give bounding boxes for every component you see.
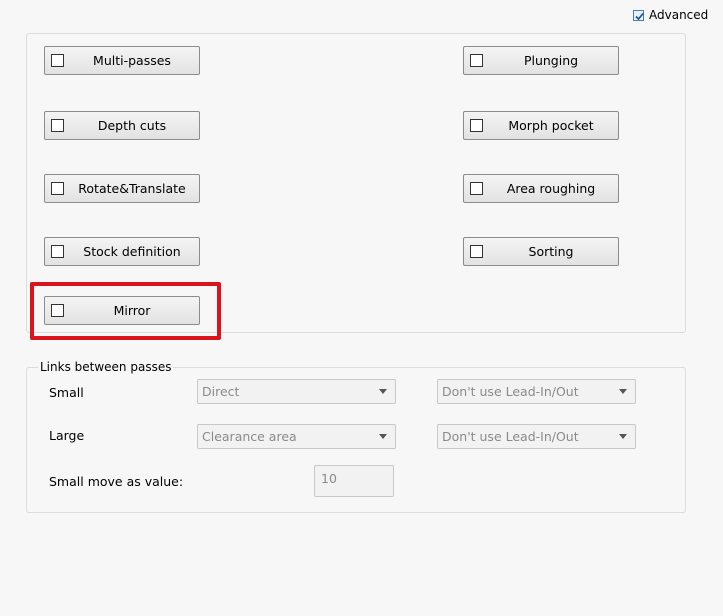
multi-passes-label: Multi-passes (93, 53, 171, 68)
checkbox-icon[interactable] (51, 54, 64, 67)
large-label: Large (49, 428, 85, 443)
checkbox-icon[interactable] (470, 245, 483, 258)
small-label: Small (49, 385, 84, 400)
sorting-button[interactable]: Sorting (463, 237, 619, 266)
small-move-value-label: Small move as value: (49, 474, 184, 489)
plunging-label: Plunging (523, 53, 579, 68)
chevron-down-icon (379, 434, 387, 439)
large-lead-dropdown[interactable]: Don't use Lead-In/Out (437, 424, 636, 449)
area-roughing-button[interactable]: Area roughing (463, 174, 619, 203)
small-lead-dropdown[interactable]: Don't use Lead-In/Out (437, 379, 636, 404)
morph-pocket-label: Morph pocket (508, 118, 594, 133)
small-lead-value: Don't use Lead-In/Out (442, 384, 579, 399)
area-roughing-label: Area roughing (506, 181, 596, 196)
sorting-label: Sorting (528, 244, 574, 259)
stock-definition-button[interactable]: Stock definition (44, 237, 200, 266)
checkbox-icon[interactable] (51, 304, 64, 317)
checkbox-icon[interactable] (470, 119, 483, 132)
advanced-label: Advanced (649, 8, 709, 22)
checkbox-icon[interactable] (51, 245, 64, 258)
plunging-button[interactable]: Plunging (463, 46, 619, 75)
chevron-down-icon (619, 434, 627, 439)
small-move-dropdown[interactable]: Direct (197, 379, 396, 404)
small-move-value: Direct (202, 384, 240, 399)
mirror-label: Mirror (113, 303, 151, 318)
links-group-title: Links between passes (38, 360, 174, 374)
large-move-value: Clearance area (202, 429, 297, 444)
depth-cuts-button[interactable]: Depth cuts (44, 111, 200, 140)
small-move-value-input[interactable]: 10 (314, 465, 394, 497)
checkbox-icon[interactable] (470, 182, 483, 195)
rotate-translate-label: Rotate&Translate (78, 181, 186, 196)
stock-definition-label: Stock definition (83, 244, 181, 259)
checked-checkbox-icon[interactable] (633, 9, 644, 21)
rotate-translate-button[interactable]: Rotate&Translate (44, 174, 200, 203)
multi-passes-button[interactable]: Multi-passes (44, 46, 200, 75)
checkbox-icon[interactable] (51, 182, 64, 195)
depth-cuts-label: Depth cuts (97, 118, 167, 133)
advanced-checkbox[interactable]: Advanced (633, 7, 708, 23)
mirror-button[interactable]: Mirror (44, 296, 200, 325)
large-lead-value: Don't use Lead-In/Out (442, 429, 579, 444)
dialog-panel: Advanced Multi-passes Depth cuts Rotate&… (0, 0, 723, 616)
large-move-dropdown[interactable]: Clearance area (197, 424, 396, 449)
chevron-down-icon (379, 389, 387, 394)
checkbox-icon[interactable] (51, 119, 64, 132)
morph-pocket-button[interactable]: Morph pocket (463, 111, 619, 140)
checkbox-icon[interactable] (470, 54, 483, 67)
chevron-down-icon (619, 389, 627, 394)
